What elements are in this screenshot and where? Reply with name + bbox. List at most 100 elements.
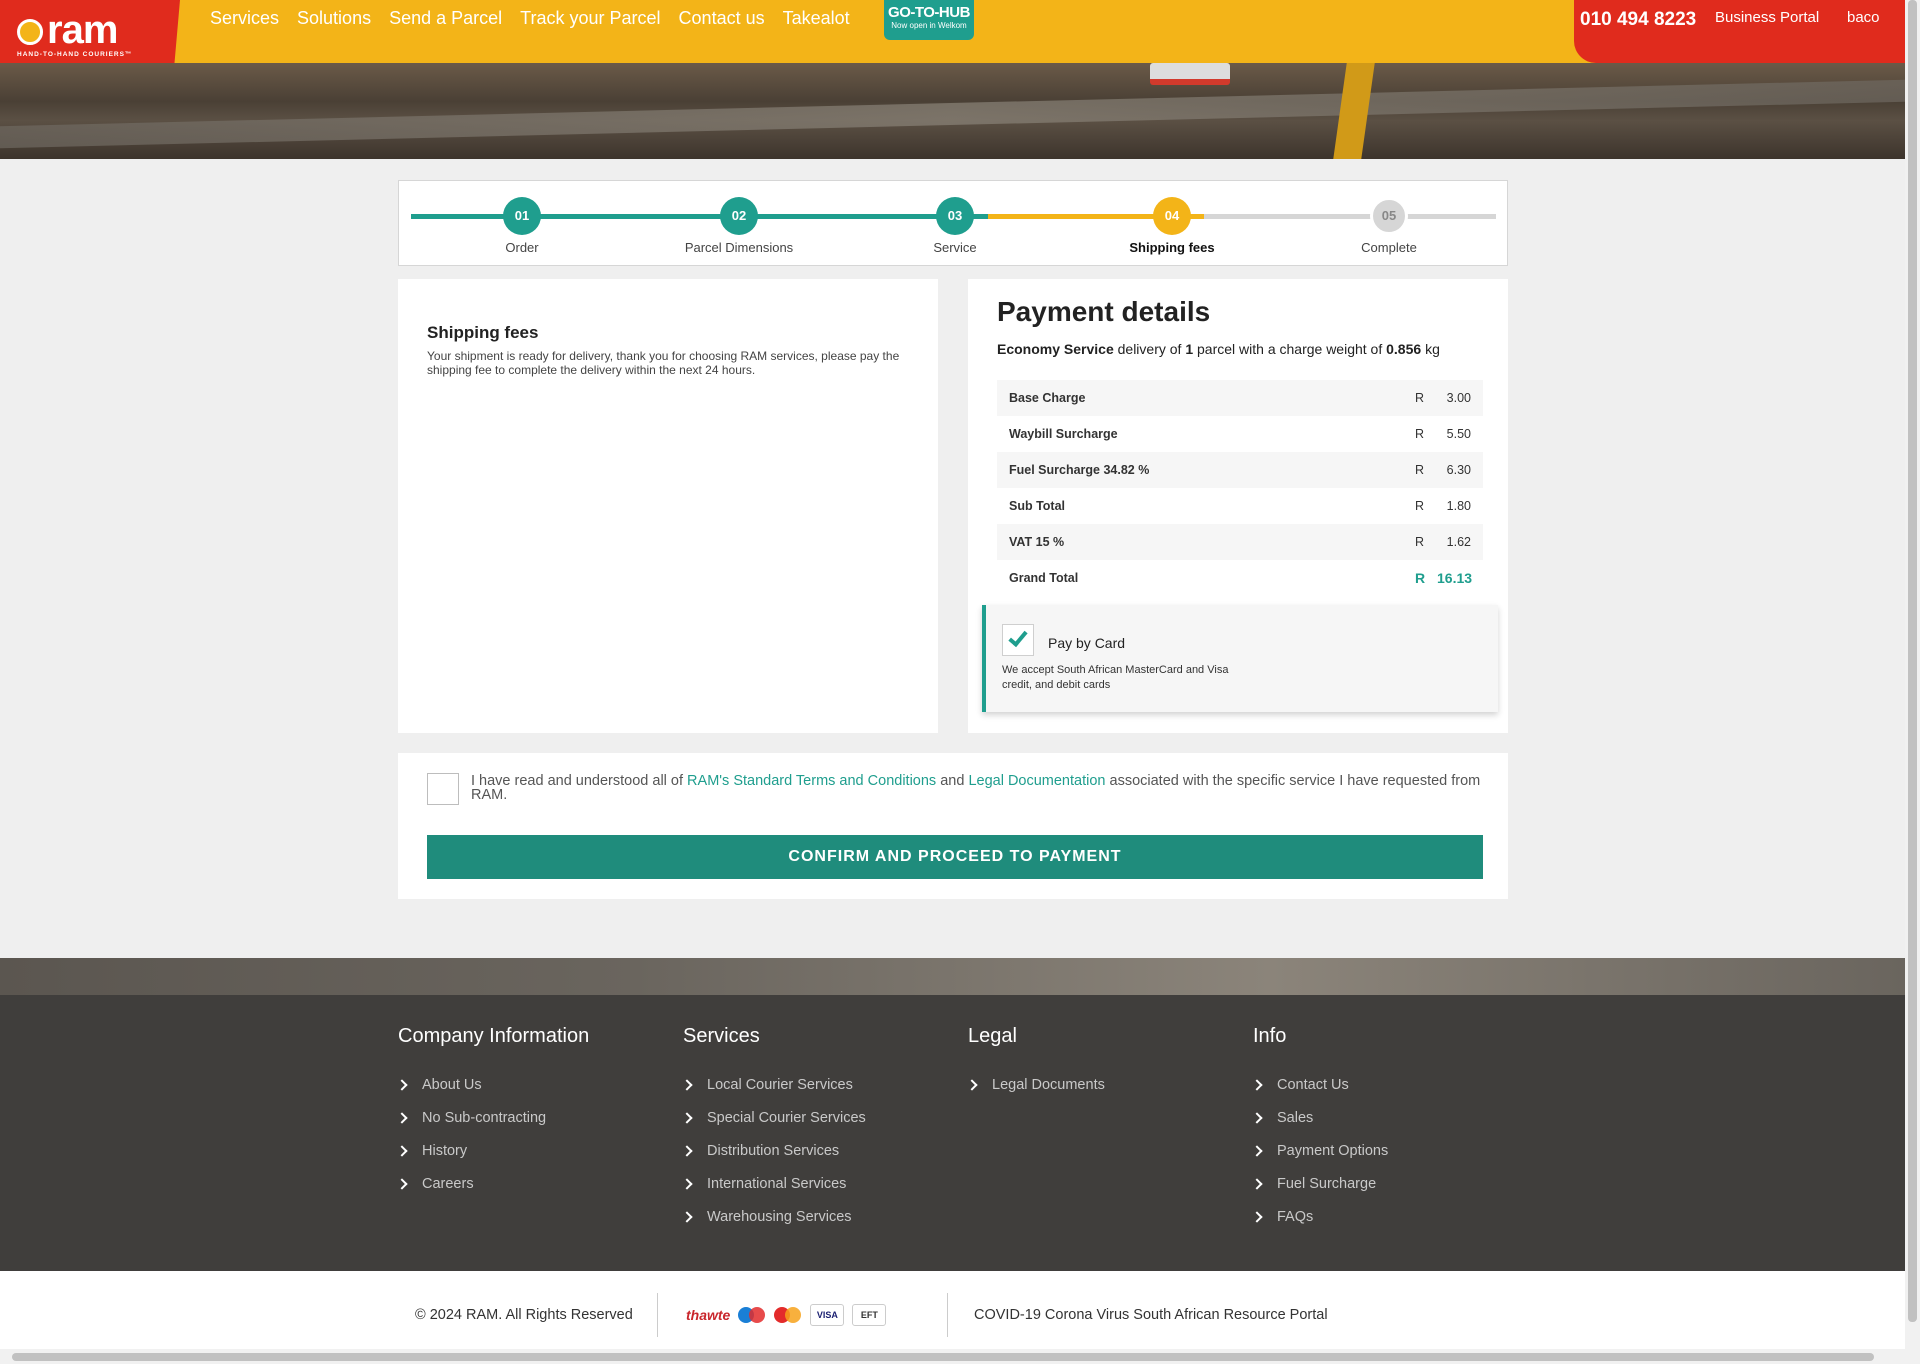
step-number: 04 — [1153, 197, 1191, 235]
charge-amount: 6.30 — [1446, 463, 1471, 477]
shipping-fees-message: Your shipment is ready for delivery, tha… — [427, 349, 900, 377]
terms-conditions-link[interactable]: RAM's Standard Terms and Conditions — [687, 773, 936, 789]
footer-link[interactable]: Special Courier Services — [681, 1101, 943, 1134]
hero-banner — [0, 63, 1905, 159]
footer-link[interactable]: Distribution Services — [681, 1134, 943, 1167]
step-label: Service — [933, 240, 977, 255]
footer-link[interactable]: Careers — [396, 1167, 658, 1200]
step-service[interactable]: 03 Service — [870, 197, 1040, 255]
charge-amount: 3.00 — [1446, 391, 1471, 405]
footer-link[interactable]: Payment Options — [1251, 1134, 1513, 1167]
pay-by-card-option[interactable]: Pay by Card We accept South African Mast… — [982, 605, 1498, 712]
payment-logos: thawte VISA EFT — [686, 1304, 887, 1326]
footer-column-title: Legal — [968, 1025, 1017, 1047]
shipping-fees-title: Shipping fees — [427, 323, 539, 342]
terms-panel: I have read and understood all of RAM's … — [398, 753, 1508, 899]
gotohub-title: GO-TO-HUB — [888, 4, 970, 21]
terms-and: and — [940, 773, 965, 789]
copyright: © 2024 RAM. All Rights Reserved — [415, 1307, 633, 1323]
chevron-right-icon — [681, 1111, 693, 1124]
pay-by-card-checkbox[interactable] — [1002, 624, 1034, 656]
nav-track-parcel[interactable]: Track your Parcel — [520, 8, 660, 29]
footer-image-band — [0, 958, 1905, 995]
brand-name: RAM — [47, 8, 118, 52]
nav-send-parcel[interactable]: Send a Parcel — [389, 8, 502, 29]
footer-link-label: History — [422, 1142, 468, 1159]
step-order[interactable]: 01 Order — [437, 197, 607, 255]
charge-amount: 5.50 — [1446, 427, 1471, 441]
business-portal-link[interactable]: Business Portal — [1715, 9, 1819, 26]
charges-table: Base Charge R 3.00 Waybill Surcharge R 5.50 … — [997, 380, 1483, 596]
charge-row: Base Charge R 3.00 — [997, 380, 1483, 416]
footer-link[interactable]: Local Courier Services — [681, 1068, 943, 1101]
nav-solutions[interactable]: Solutions — [297, 8, 371, 29]
footer-link[interactable]: Sales — [1251, 1101, 1513, 1134]
charge-currency: R — [1415, 391, 1425, 405]
thawte-logo: thawte — [686, 1307, 731, 1323]
parcel-text: parcel with a charge weight of — [1197, 341, 1383, 357]
nav-contact-us[interactable]: Contact us — [679, 8, 765, 29]
step-label: Complete — [1361, 240, 1417, 255]
footer-link-label: Fuel Surcharge — [1277, 1175, 1377, 1192]
chevron-right-icon — [1251, 1210, 1263, 1223]
chevron-right-icon — [681, 1177, 693, 1190]
footer-column-title: Company Information — [398, 1025, 590, 1047]
chevron-right-icon — [966, 1078, 978, 1091]
checkout-stepper: 01 Order 02 Parcel Dimensions 03 Service… — [398, 180, 1508, 266]
footer: Company Information About Us No Sub-cont… — [0, 995, 1905, 1271]
footer-link-label: About Us — [422, 1076, 482, 1093]
charge-row: Sub Total R 1.80 — [997, 488, 1483, 524]
brand-tagline: HAND-TO-HAND COURIERS™ — [17, 51, 133, 58]
chevron-right-icon — [1251, 1177, 1263, 1190]
footer-link[interactable]: Contact Us — [1251, 1068, 1513, 1101]
divider — [947, 1293, 948, 1337]
confirm-payment-button[interactable]: CONFIRM AND PROCEED TO PAYMENT — [427, 835, 1483, 879]
footer-column-title: Services — [683, 1025, 760, 1047]
footer-link[interactable]: History — [396, 1134, 658, 1167]
footer-link-label: No Sub-contracting — [422, 1109, 547, 1126]
footer-link-label: Payment Options — [1277, 1142, 1389, 1159]
step-number: 02 — [720, 197, 758, 235]
vertical-scrollbar-thumb[interactable] — [1908, 0, 1917, 1322]
nav-services[interactable]: Services — [210, 8, 279, 29]
charge-row: Fuel Surcharge 34.82 % R 6.30 — [997, 452, 1483, 488]
footer-column-services: Services Local Courier Services Special … — [681, 1025, 943, 1233]
user-menu[interactable]: baco — [1847, 9, 1880, 26]
covid-portal-link[interactable]: COVID-19 Corona Virus South African Reso… — [974, 1307, 1328, 1323]
footer-link-label: Local Courier Services — [707, 1076, 853, 1093]
step-complete[interactable]: 05 Complete — [1304, 197, 1474, 255]
charge-currency: R — [1415, 570, 1426, 586]
payment-details-panel: Payment details Economy Service delivery… — [968, 279, 1508, 733]
legal-documentation-link[interactable]: Legal Documentation — [968, 773, 1105, 789]
gotohub-badge[interactable]: GO-TO-HUB Now open in Welkom — [884, 0, 974, 40]
chevron-right-icon — [1251, 1078, 1263, 1091]
phone-number[interactable]: 010 494 8223 — [1580, 9, 1696, 31]
footer-link[interactable]: Fuel Surcharge — [1251, 1167, 1513, 1200]
payment-details-title: Payment details — [997, 296, 1211, 327]
footer-link[interactable]: About Us — [396, 1068, 658, 1101]
footer-link[interactable]: FAQs — [1251, 1200, 1513, 1233]
step-number: 01 — [503, 197, 541, 235]
visa-badge: VISA — [810, 1304, 845, 1326]
footer-link-label: Contact Us — [1277, 1076, 1349, 1093]
shipping-fees-panel: Shipping fees Your shipment is ready for… — [398, 279, 938, 733]
charge-currency: R — [1415, 427, 1425, 441]
step-number: 05 — [1370, 197, 1408, 235]
horizontal-scrollbar-thumb[interactable] — [12, 1353, 1874, 1361]
chevron-right-icon — [396, 1177, 408, 1190]
footer-link-label: Careers — [422, 1175, 474, 1192]
footer-column-legal: Legal Legal Documents — [966, 1025, 1228, 1101]
footer-link[interactable]: Legal Documents — [966, 1068, 1228, 1101]
step-parcel-dimensions[interactable]: 02 Parcel Dimensions — [654, 197, 824, 255]
footer-link[interactable]: No Sub-contracting — [396, 1101, 658, 1134]
charge-name: Sub Total — [1009, 499, 1066, 513]
service-name: Economy Service — [997, 341, 1114, 357]
mastercard-icon — [774, 1306, 802, 1324]
footer-link[interactable]: Warehousing Services — [681, 1200, 943, 1233]
chevron-right-icon — [396, 1144, 408, 1157]
nav-takealot[interactable]: Takealot — [783, 8, 850, 29]
footer-link-label: FAQs — [1277, 1208, 1314, 1225]
terms-checkbox[interactable] — [427, 773, 459, 805]
footer-link[interactable]: International Services — [681, 1167, 943, 1200]
step-shipping-fees[interactable]: 04 Shipping fees — [1087, 197, 1257, 255]
